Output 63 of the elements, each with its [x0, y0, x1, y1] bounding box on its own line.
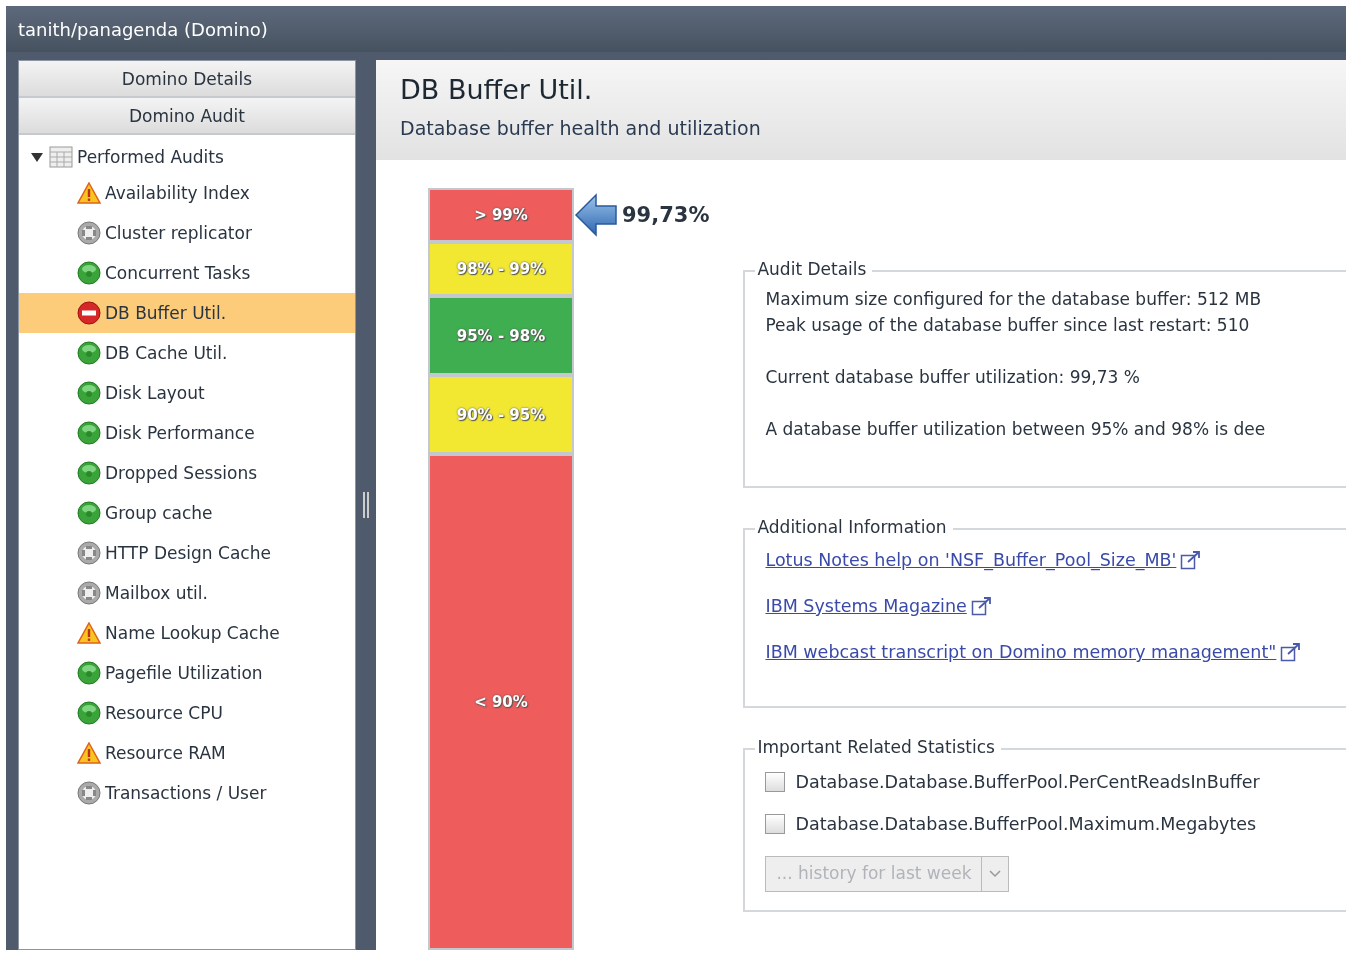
- detail-text: A database buffer utilization between 95% and 98% is dee: [765, 418, 1267, 441]
- tree-item[interactable]: Disk Performance: [19, 413, 355, 453]
- stop-icon: [77, 301, 101, 325]
- external-link[interactable]: Lotus Notes help on 'NSF_Buffer_Pool_Size_MB': [765, 550, 1346, 570]
- external-link-icon: [1280, 642, 1303, 662]
- chevron-down-icon: [989, 870, 1002, 878]
- tree-item[interactable]: Concurrent Tasks: [19, 253, 355, 293]
- tree-item[interactable]: Dropped Sessions: [19, 453, 355, 493]
- ok-status-icon: [77, 701, 101, 725]
- table-icon: [49, 146, 73, 168]
- tree-item[interactable]: Transactions / User: [19, 773, 355, 813]
- tree-item[interactable]: DB Buffer Util.: [19, 293, 355, 333]
- tree-item[interactable]: Pagefile Utilization: [19, 653, 355, 693]
- tree-item[interactable]: Mailbox util.: [19, 573, 355, 613]
- group-title: Important Related Statistics: [755, 737, 1001, 757]
- accordion-header[interactable]: Domino Audit: [19, 98, 355, 135]
- unknown-status-icon: [77, 221, 101, 245]
- tree-item[interactable]: Availability Index: [19, 173, 355, 213]
- scale-segment: > 99%: [430, 190, 572, 240]
- detail-text: Peak usage of the database buffer since last restart: 510: [765, 314, 1251, 337]
- ok-status-icon: [77, 381, 101, 405]
- scale-segment: 95% - 98%: [430, 298, 572, 373]
- tree-item[interactable]: Name Lookup Cache: [19, 613, 355, 653]
- current-value: 99,73%: [622, 203, 710, 227]
- warning-icon: [77, 622, 101, 644]
- scale-segment: 98% - 99%: [430, 244, 572, 294]
- tree-item[interactable]: Disk Layout: [19, 373, 355, 413]
- ok-status-icon: [77, 421, 101, 445]
- tree-item[interactable]: Resource CPU: [19, 693, 355, 733]
- ok-status-icon: [77, 461, 101, 485]
- expand-arrow-icon[interactable]: [29, 150, 45, 164]
- window-title-bar: tanith/panagenda (Domino): [6, 6, 1346, 52]
- checkbox-label[interactable]: Database.Database.BufferPool.Maximum.Megabytes: [795, 814, 1257, 834]
- tree-item[interactable]: HTTP Design Cache: [19, 533, 355, 573]
- detail-text: Maximum size configured for the database buffer: 512 MB: [765, 288, 1263, 311]
- splitter-handle[interactable]: [363, 492, 369, 518]
- detail-text: Current database buffer utilization: 99,73 %: [765, 366, 1141, 389]
- external-link-icon: [970, 596, 993, 616]
- tree-item[interactable]: Cluster replicator: [19, 213, 355, 253]
- checkbox-label[interactable]: Database.Database.BufferPool.PerCentReadsInBuffer: [795, 772, 1260, 792]
- warning-icon: [77, 742, 101, 764]
- checkbox[interactable]: [765, 772, 786, 792]
- unknown-status-icon: [77, 781, 101, 805]
- warning-icon: [77, 182, 101, 204]
- page-subtitle: Database buffer health and utilization: [400, 117, 762, 139]
- tree-item[interactable]: Resource RAM: [19, 733, 355, 773]
- unknown-status-icon: [77, 581, 101, 605]
- ok-status-icon: [77, 501, 101, 525]
- ok-status-icon: [77, 661, 101, 685]
- external-link[interactable]: IBM Systems Magazine: [765, 596, 1346, 616]
- unknown-status-icon: [77, 541, 101, 565]
- tree-item[interactable]: Group cache: [19, 493, 355, 533]
- page-title: DB Buffer Util.: [400, 74, 594, 105]
- accordion-header[interactable]: Domino Details: [19, 61, 355, 98]
- tree-item[interactable]: DB Cache Util.: [19, 333, 355, 373]
- scale-segment: < 90%: [430, 456, 572, 948]
- checkbox[interactable]: [765, 814, 786, 834]
- scale-segment: 90% - 95%: [430, 377, 572, 452]
- ok-status-icon: [77, 261, 101, 285]
- tree-folder-label[interactable]: Performed Audits: [77, 147, 224, 167]
- ok-status-icon: [77, 341, 101, 365]
- external-link-icon: [1180, 550, 1203, 570]
- external-link[interactable]: IBM webcast transcript on Domino memory management": [765, 642, 1346, 662]
